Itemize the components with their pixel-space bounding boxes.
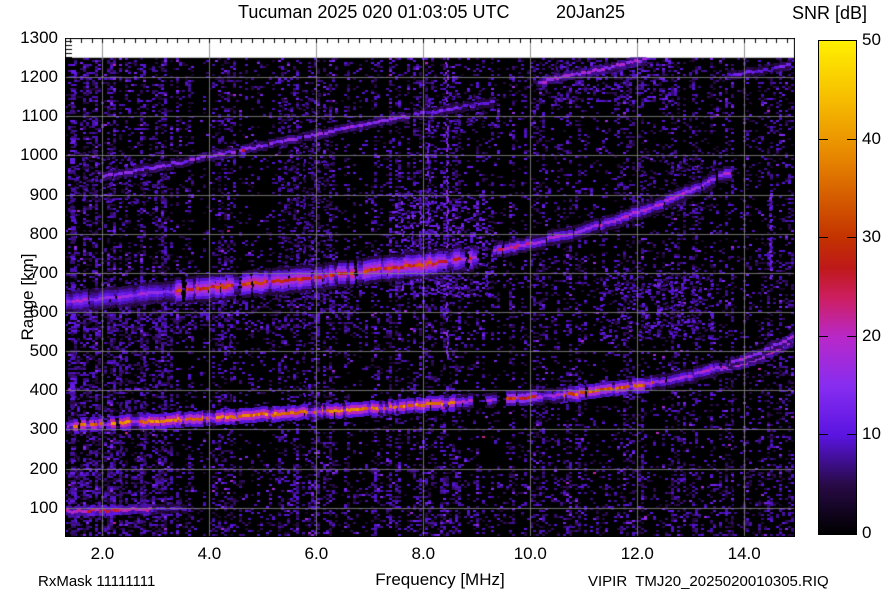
y-tick-label: 1000 <box>20 145 58 165</box>
x-tick-label: 6.0 <box>304 544 329 563</box>
y-tick-label: 400 <box>29 380 58 400</box>
colorbar-tick-label: 40 <box>862 128 881 148</box>
colorbar-tick-mark <box>847 434 856 436</box>
colorbar-tick-mark <box>847 335 856 337</box>
plot-date: 20Jan25 <box>556 2 626 22</box>
y-tick-label: 1100 <box>21 106 58 126</box>
colorbar-tick-label: 10 <box>862 424 881 444</box>
colorbar-tick-mark <box>847 138 856 140</box>
rxmask-label: RxMask 11111111 <box>38 573 156 590</box>
x-tick-label: 8.0 <box>411 544 436 563</box>
y-tick-label: 200 <box>29 458 58 478</box>
y-tick-label: 300 <box>29 419 58 439</box>
x-tick-label: 10.0 <box>513 544 547 563</box>
ionogram-plot-canvas <box>65 38 795 537</box>
colorbar-tick-mark <box>819 335 828 337</box>
colorbar-tick-label: 0 <box>862 523 872 542</box>
filename-label: VIPIR TMJ20_2025020010305.RIQ <box>588 573 829 590</box>
y-tick-label: 900 <box>29 184 58 204</box>
colorbar-tick-label: 20 <box>862 325 881 345</box>
y-tick-label: 100 <box>29 497 58 517</box>
colorbar-tick-mark <box>819 138 828 140</box>
colorbar-tick-mark <box>847 237 856 239</box>
colorbar-title: SNR [dB] <box>792 3 868 23</box>
y-axis-label: Range [km] <box>18 253 37 341</box>
snr-colorbar <box>818 40 857 535</box>
y-tick-label: 1300 <box>20 28 58 47</box>
plot-title: Tucuman 2025 020 01:03:05 UTC <box>238 2 510 22</box>
x-tick-label: 14.0 <box>727 544 761 563</box>
x-tick-label: 12.0 <box>620 544 654 563</box>
x-axis-label: Frequency [MHz] <box>375 570 505 589</box>
colorbar-tick-label: 30 <box>862 227 881 247</box>
colorbar-tick-mark <box>819 434 828 436</box>
x-tick-label: 4.0 <box>197 544 222 563</box>
y-tick-label: 1200 <box>20 67 58 87</box>
y-tick-label: 800 <box>29 223 58 243</box>
ionogram-viewer: Tucuman 2025 020 01:03:05 UTC 20Jan25 SN… <box>0 0 884 595</box>
x-tick-label: 2.0 <box>90 544 115 563</box>
colorbar-tick-label: 50 <box>862 30 881 49</box>
colorbar-tick-mark <box>819 237 828 239</box>
